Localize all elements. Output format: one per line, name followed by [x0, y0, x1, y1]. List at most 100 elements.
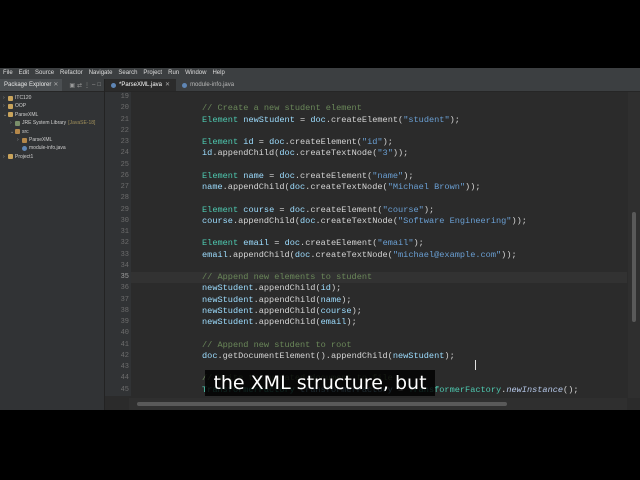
tree-item[interactable]: ⌄ ParseXML: [0, 111, 104, 119]
vertical-scrollbar[interactable]: [628, 92, 640, 398]
vertical-scroll-thumb[interactable]: [632, 212, 636, 322]
editor-tab[interactable]: *ParseXML.java ✕: [105, 79, 177, 91]
code-line[interactable]: 34: [105, 260, 627, 272]
menu-source[interactable]: Source: [32, 68, 57, 79]
code-text: newStudent.appendChild(name);: [202, 294, 352, 305]
code-line[interactable]: 25: [105, 159, 627, 171]
menu-edit[interactable]: Edit: [16, 68, 32, 79]
link-editor-icon[interactable]: ⇄: [77, 82, 82, 89]
code-line[interactable]: 26 Element name = doc.createElement("name…: [105, 170, 627, 182]
code-text: Element id = doc.createElement("id");: [202, 137, 393, 147]
code-line[interactable]: 36 newStudent.appendChild(id);: [105, 283, 627, 295]
code-text: Element course = doc.createElement("cour…: [202, 204, 435, 215]
menu-refactor[interactable]: Refactor: [57, 68, 86, 79]
line-number: 22: [105, 125, 131, 137]
package-explorer-tabbar: Package Explorer ✕ ▣ ⇄ ⋮ – □: [0, 79, 104, 92]
tree-item-label: OOP: [15, 103, 27, 110]
code-line[interactable]: 32 Element email = doc.createElement("ema…: [105, 238, 627, 250]
code-text: // Append new elements to student: [202, 272, 373, 282]
java-file-icon: [111, 82, 116, 88]
menu-file[interactable]: File: [0, 68, 16, 79]
code-line[interactable]: 43: [105, 362, 627, 374]
code-line[interactable]: 33 email.appendChild(doc.createTextNode("…: [105, 249, 627, 261]
line-number: 31: [105, 227, 131, 239]
code-line[interactable]: 20 // Create a new student element: [105, 103, 627, 115]
line-number: 25: [105, 159, 131, 171]
menu-help[interactable]: Help: [209, 68, 227, 79]
code-line[interactable]: 24 id.appendChild(doc.createTextNode("3")…: [105, 148, 627, 160]
tree-item[interactable]: › ITC120: [0, 94, 104, 102]
tree-item[interactable]: module-info.java: [0, 144, 104, 152]
mouse-text-cursor: [475, 360, 476, 370]
tree-item[interactable]: › JRE System Library [JavaSE-18]: [0, 119, 104, 127]
line-number: 41: [105, 339, 131, 351]
code-editor: *ParseXML.java ✕ module-info.java 19 20 // C…: [105, 79, 640, 410]
tree-item[interactable]: ⌄ src: [0, 128, 104, 136]
code-line[interactable]: 44 // Write the updated document to file: [105, 373, 627, 385]
code-text: // Create a new student element: [202, 103, 362, 114]
maximize-icon[interactable]: □: [97, 82, 101, 89]
line-number: 37: [105, 294, 131, 306]
menu-run[interactable]: Run: [165, 68, 182, 79]
close-icon[interactable]: ✕: [165, 79, 170, 91]
code-line[interactable]: 35 // Append new elements to student: [105, 272, 627, 284]
code-line[interactable]: 21 Element newStudent = doc.createElement…: [105, 114, 627, 126]
code-line[interactable]: 27 name.appendChild(doc.createTextNode("M…: [105, 182, 627, 194]
line-number: 44: [105, 373, 131, 385]
line-number: 19: [105, 92, 131, 104]
tree-item-detail: [JavaSE-18]: [68, 120, 96, 127]
package-explorer-panel: Package Explorer ✕ ▣ ⇄ ⋮ – □ › ITC120 › OOP…: [0, 79, 105, 410]
editor-tab[interactable]: module-info.java: [176, 79, 240, 91]
line-number: 33: [105, 249, 131, 261]
code-line[interactable]: 23 Element id = doc.createElement("id");: [105, 137, 627, 149]
code-line[interactable]: 31: [105, 227, 627, 239]
line-number: 27: [105, 182, 131, 194]
code-line[interactable]: 22: [105, 125, 627, 137]
code-line[interactable]: 45 TransformerFactory transformerFactory …: [105, 384, 627, 396]
menu-window[interactable]: Window: [182, 68, 209, 79]
code-line[interactable]: 37 newStudent.appendChild(name);: [105, 294, 627, 306]
proj-icon: [8, 112, 13, 118]
menu-search[interactable]: Search: [115, 68, 140, 79]
code-line[interactable]: 38 newStudent.appendChild(course);: [105, 305, 627, 317]
minimize-icon[interactable]: –: [92, 82, 95, 89]
line-number: 32: [105, 238, 131, 250]
horizontal-scrollbar[interactable]: [129, 398, 627, 410]
close-icon[interactable]: ✕: [53, 79, 58, 91]
code-text: Element email = doc.createElement("email…: [202, 238, 424, 249]
view-menu-icon[interactable]: ⋮: [84, 82, 90, 89]
code-line[interactable]: 19: [105, 92, 627, 104]
project-tree: › ITC120 › OOP ⌄ ParseXML › JRE System Library[…: [0, 92, 104, 161]
code-line[interactable]: 30 course.appendChild(doc.createTextNode(…: [105, 215, 627, 227]
menu-navigate[interactable]: Navigate: [86, 68, 116, 79]
package-explorer-tab[interactable]: Package Explorer ✕: [0, 79, 63, 91]
code-line[interactable]: 29 Element course = doc.createElement("co…: [105, 204, 627, 216]
tree-item-label: module-info.java: [29, 145, 66, 152]
proj-icon: [8, 104, 13, 110]
menu-project[interactable]: Project: [140, 68, 165, 79]
line-number: 23: [105, 137, 131, 149]
tree-item[interactable]: › Project1: [0, 153, 104, 161]
tree-item[interactable]: › OOP: [0, 102, 104, 110]
line-number: 42: [105, 350, 131, 362]
code-text: doc.getDocumentElement().appendChild(new…: [202, 350, 455, 361]
horizontal-scroll-thumb[interactable]: [137, 402, 507, 406]
collapse-all-icon[interactable]: ▣: [69, 82, 75, 89]
line-number: 20: [105, 103, 131, 115]
code-line[interactable]: 39 newStudent.appendChild(email);: [105, 317, 627, 329]
code-area[interactable]: 19 20 // Create a new student element 21 Ele…: [105, 92, 627, 398]
tree-item[interactable]: › ParseXML: [0, 136, 104, 144]
code-text: name.appendChild(doc.createTextNode("Mic…: [202, 182, 481, 192]
line-number: 38: [105, 305, 131, 317]
code-line[interactable]: 40: [105, 328, 627, 340]
code-text: newStudent.appendChild(course);: [202, 305, 362, 316]
code-line[interactable]: 28: [105, 193, 627, 205]
code-line[interactable]: 42 doc.getDocumentElement().appendChild(n…: [105, 350, 627, 362]
code-line[interactable]: 41 // Append new student to root: [105, 339, 627, 351]
tree-item-label: ParseXML: [29, 136, 53, 143]
